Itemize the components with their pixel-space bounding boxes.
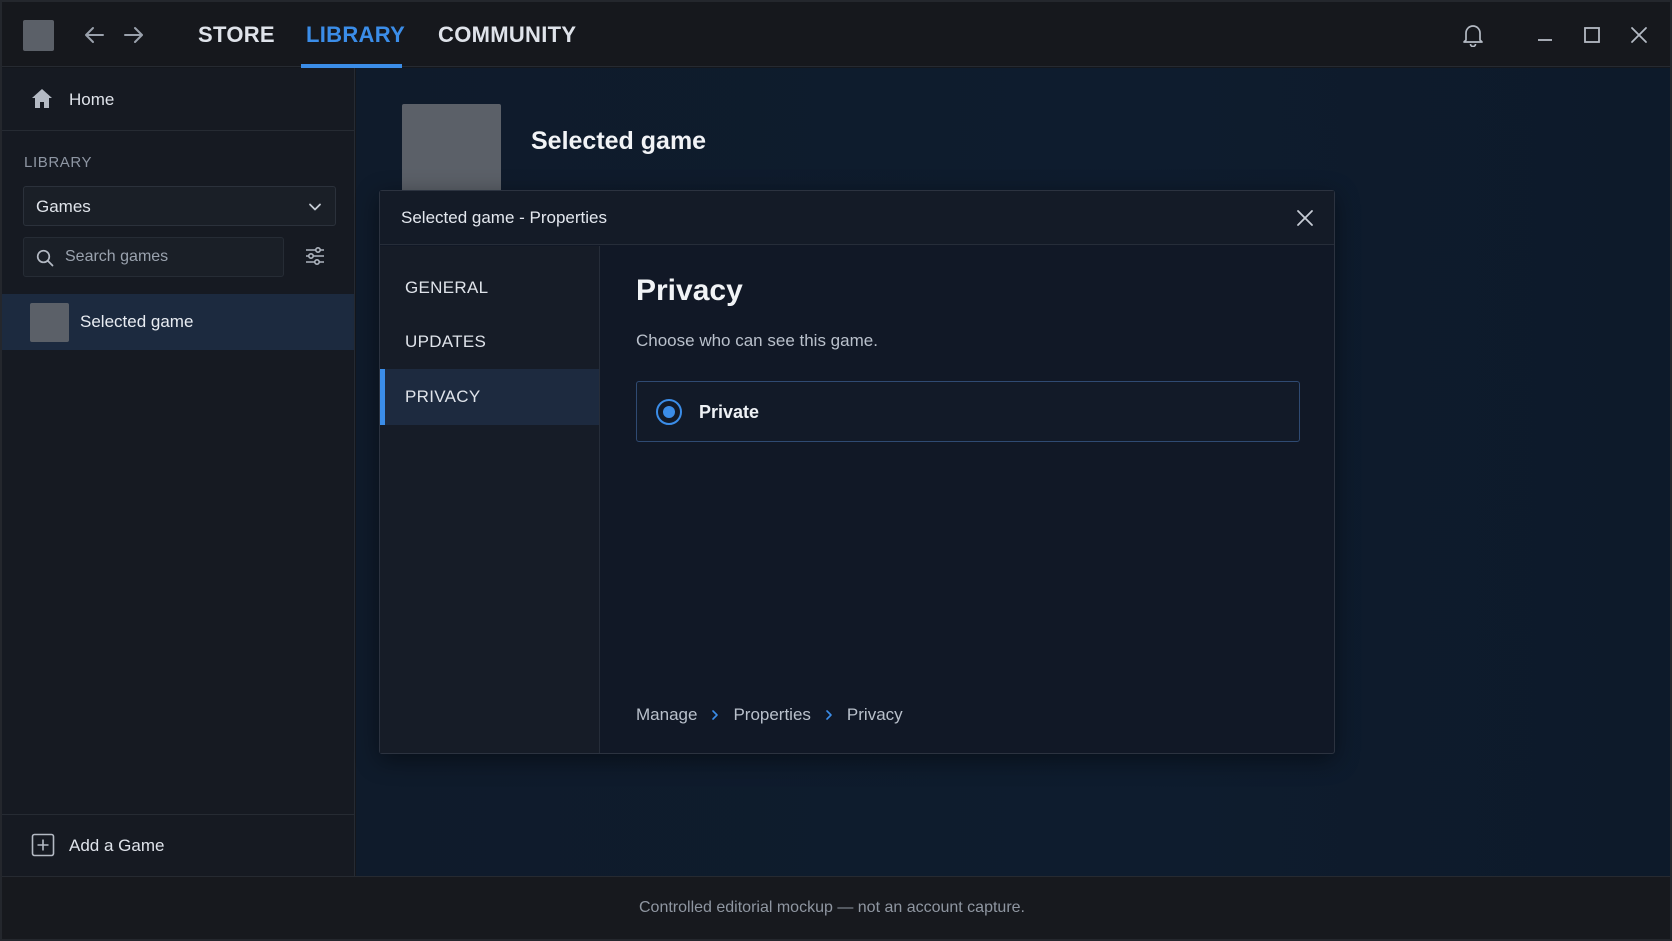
dialog-header: Selected game - Properties	[380, 191, 1334, 245]
add-game-button[interactable]: Add a Game	[2, 814, 354, 876]
filter-settings-button[interactable]	[302, 243, 328, 269]
breadcrumb-privacy: Privacy	[846, 705, 903, 724]
sidebar: Home LIBRARY Games Selected game	[2, 68, 355, 876]
footer-bar: Controlled editorial mockup — not an acc…	[2, 876, 1670, 939]
search-field	[23, 237, 284, 277]
game-heading: Selected game	[531, 127, 707, 155]
dialog-tab-label: PRIVACY	[405, 387, 481, 406]
tab-store[interactable]: STORE	[198, 2, 275, 67]
library-section-label: LIBRARY	[24, 154, 93, 171]
properties-dialog: Selected game - Properties GENERAL UPDAT…	[379, 190, 1335, 754]
sidebar-item-label: Home	[69, 90, 115, 109]
tab-library[interactable]: LIBRARY	[306, 2, 405, 67]
bell-icon	[1462, 23, 1484, 47]
dialog-tab-privacy[interactable]: PRIVACY	[380, 369, 599, 425]
close-icon	[1630, 26, 1648, 44]
search-input[interactable]	[65, 245, 275, 269]
game-thumbnail	[30, 303, 69, 342]
close-icon	[1296, 209, 1314, 227]
select-value: Games	[36, 197, 91, 216]
search-icon	[36, 249, 54, 267]
game-cover	[402, 104, 501, 202]
dialog-close-button[interactable]	[1292, 205, 1318, 231]
plus-square-icon	[31, 833, 55, 857]
title-bar: STORE LIBRARY COMMUNITY	[2, 2, 1670, 68]
breadcrumb-properties[interactable]: Properties	[733, 705, 810, 725]
dialog-title: Selected game - Properties	[401, 208, 607, 227]
dialog-tab-label: UPDATES	[405, 332, 487, 351]
sliders-icon	[304, 246, 326, 266]
footer-caption: Controlled editorial mockup — not an acc…	[639, 899, 1025, 916]
notifications-button[interactable]	[1458, 20, 1488, 50]
forward-button[interactable]	[119, 20, 149, 50]
chevron-down-icon	[307, 199, 323, 215]
minimize-icon	[1536, 26, 1554, 44]
radio-button[interactable]	[656, 399, 682, 425]
breadcrumb: Manage Properties Privacy	[636, 703, 903, 727]
dialog-tab-general[interactable]: GENERAL	[380, 260, 599, 316]
dialog-tab-updates[interactable]: UPDATES	[380, 314, 599, 370]
active-tab-accent	[380, 369, 385, 425]
back-button[interactable]	[79, 20, 109, 50]
breadcrumb-manage[interactable]: Manage	[636, 705, 697, 725]
arrow-right-icon	[123, 26, 145, 44]
dialog-tab-label: GENERAL	[405, 278, 489, 297]
dialog-nav: GENERAL UPDATES PRIVACY	[380, 246, 600, 753]
maximize-icon	[1583, 26, 1601, 44]
radio-selected-dot	[663, 406, 675, 418]
game-title: Selected game	[80, 312, 194, 331]
library-game-item[interactable]: Selected game	[2, 294, 354, 350]
panel-description: Choose who can see this game.	[636, 331, 878, 350]
app-window: STORE LIBRARY COMMUNITY Home LIBRARY Gam…	[0, 0, 1672, 941]
window-close-button[interactable]	[1624, 20, 1654, 50]
maximize-button[interactable]	[1577, 20, 1607, 50]
chevron-right-icon	[710, 709, 720, 721]
arrow-left-icon	[83, 26, 105, 44]
chevron-right-icon	[824, 709, 834, 721]
add-game-label: Add a Game	[69, 836, 165, 855]
privacy-option-private[interactable]: Private	[636, 381, 1300, 442]
sidebar-item-home[interactable]: Home	[2, 68, 354, 131]
panel-heading: Privacy	[636, 274, 743, 307]
app-logo	[23, 20, 54, 51]
tab-community[interactable]: COMMUNITY	[438, 2, 576, 67]
home-icon	[31, 88, 53, 109]
option-label: Private	[699, 402, 760, 422]
minimize-button[interactable]	[1530, 20, 1560, 50]
privacy-panel: Privacy Choose who can see this game. Pr…	[601, 246, 1334, 753]
library-filter-select[interactable]: Games	[23, 186, 336, 226]
